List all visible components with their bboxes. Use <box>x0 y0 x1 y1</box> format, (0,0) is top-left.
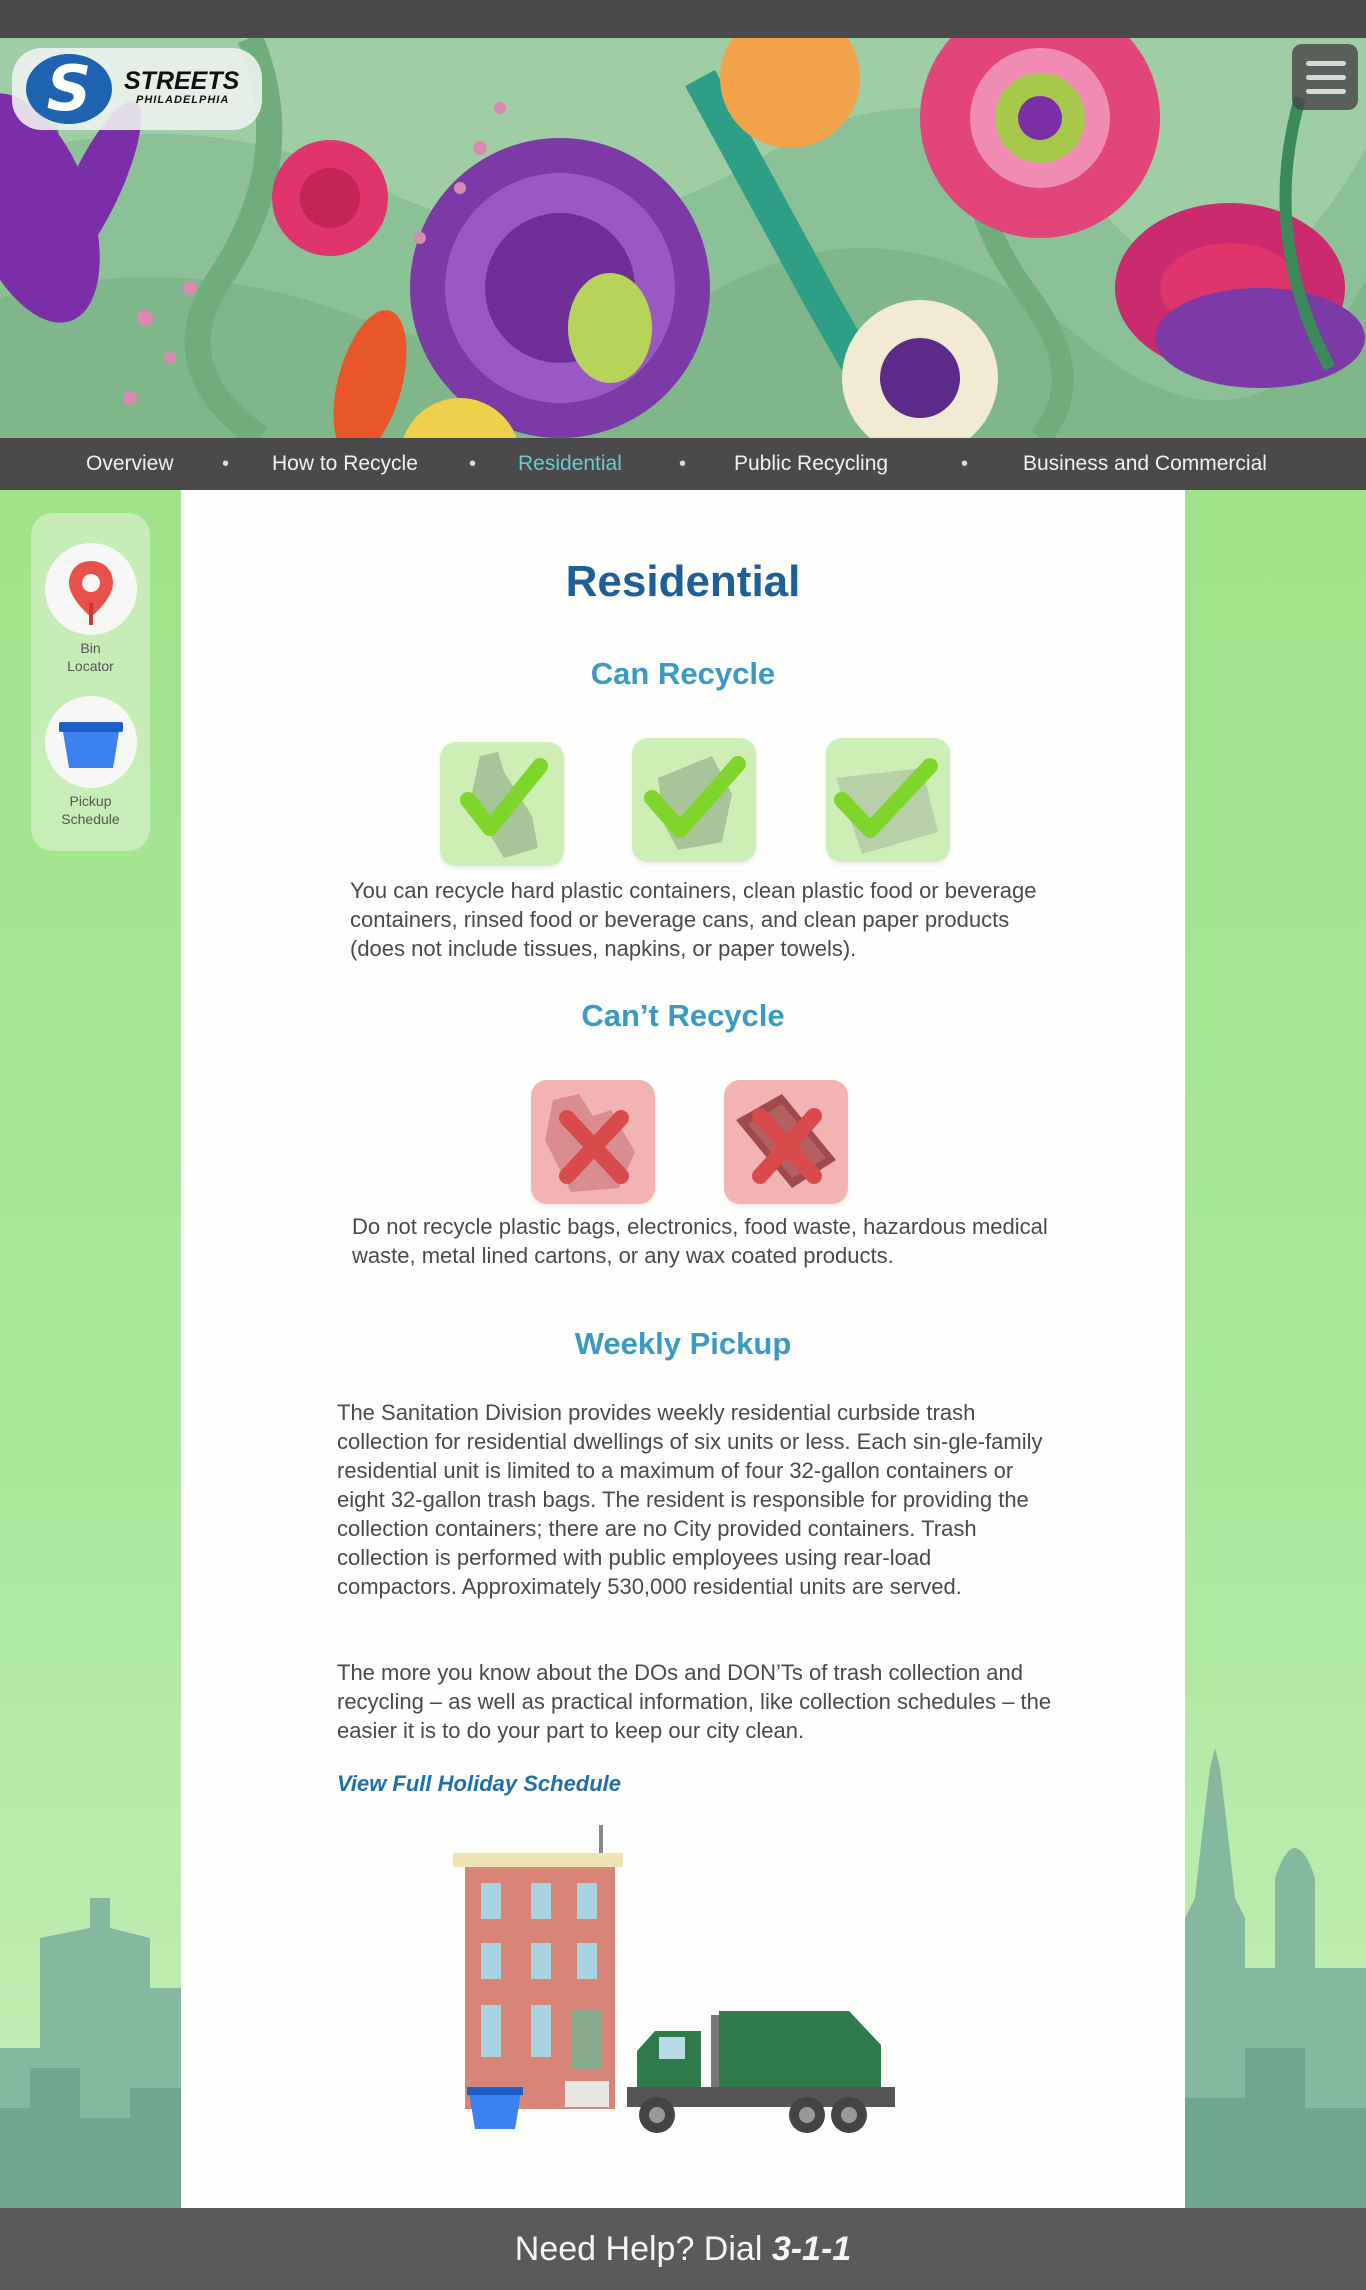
hamburger-icon <box>1306 61 1346 66</box>
plastic-bag-tile <box>531 1080 655 1204</box>
holiday-schedule-link[interactable]: View Full Holiday Schedule <box>337 1770 621 1798</box>
plastic-bag-icon <box>545 1094 635 1192</box>
logo-letter: S <box>46 52 92 125</box>
can-tile <box>632 738 756 862</box>
weekly-pickup-heading: Weekly Pickup <box>574 1326 792 1361</box>
weekly-pickup-paragraph-2: The more you know about the DOs and DON’… <box>337 1660 1052 1743</box>
nav-item-business-commercial[interactable]: Business and Commercial <box>1023 438 1267 490</box>
pickup-schedule-button[interactable] <box>44 696 137 788</box>
skyline-illustration <box>1185 1748 1366 2208</box>
logo-mark-icon: S <box>26 54 112 124</box>
help-text: Need Help? Dial 3-1-1 <box>0 2208 1366 2290</box>
pickup-schedule-tool[interactable]: Pickup Schedule <box>31 696 150 828</box>
help-footer: Need Help? Dial 3-1-1 <box>0 2208 1366 2290</box>
quick-tools-panel: Bin Locator Pickup Schedule <box>31 513 150 851</box>
nav-item-public-recycling[interactable]: Public Recycling <box>734 438 888 490</box>
plastic-bottle-tile <box>440 742 564 866</box>
cant-recycle-heading: Can’t Recycle <box>581 998 785 1033</box>
section-nav: Overview • How to Recycle • Residential … <box>0 438 1366 490</box>
hamburger-icon-bar <box>1306 89 1346 94</box>
hamburger-icon-bar <box>1306 75 1346 80</box>
paper-tile <box>826 738 950 862</box>
recycling-bin-icon <box>58 722 123 768</box>
nav-separator: • <box>469 453 477 475</box>
top-bar <box>0 0 1366 38</box>
nav-separator: • <box>961 453 969 475</box>
weekly-pickup-paragraph-1: The Sanitation Division provides weekly … <box>337 1400 1043 1599</box>
nav-separator: • <box>679 453 687 475</box>
nav-separator: • <box>222 453 230 475</box>
page-title: Residential <box>565 557 801 606</box>
electronics-tile <box>724 1080 848 1204</box>
bin-locator-button[interactable] <box>44 543 137 635</box>
help-phone-number[interactable]: 3-1-1 <box>772 2230 851 2268</box>
bin-locator-label: Bin Locator <box>67 640 114 674</box>
nav-item-how-to-recycle[interactable]: How to Recycle <box>272 438 418 490</box>
paper-icon <box>834 758 938 854</box>
cant-recycle-text: Do not recycle plastic bags, electronics… <box>352 1214 1048 1268</box>
electronics-icon <box>736 1094 836 1188</box>
right-skyline-panel <box>1185 490 1366 2208</box>
can-recycle-heading: Can Recycle <box>590 656 776 691</box>
help-prefix: Need Help? Dial <box>514 2230 772 2268</box>
skyline-illustration <box>0 1898 181 2208</box>
nav-item-residential[interactable]: Residential <box>518 438 622 490</box>
bin-locator-tool[interactable]: Bin Locator <box>31 543 150 675</box>
can-icon <box>644 756 746 850</box>
plastic-bottle-icon <box>460 752 548 858</box>
map-pin-icon <box>68 561 113 625</box>
can-recycle-text: You can recycle hard plastic containers,… <box>350 878 1037 961</box>
main-content: Residential Can Recycle You can recycle … <box>181 490 1185 2208</box>
pickup-schedule-label: Pickup Schedule <box>61 793 120 827</box>
streets-philadelphia-logo[interactable]: S STREETS PHILADELPHIA <box>12 48 262 130</box>
nav-item-overview[interactable]: Overview <box>86 438 174 490</box>
rowhouse-and-garbage-truck-illustration <box>453 1825 895 2133</box>
hamburger-menu-button[interactable] <box>1292 44 1358 110</box>
logo-brand-sub: PHILADELPHIA <box>136 94 230 106</box>
logo-brand-name: STREETS <box>124 67 240 95</box>
